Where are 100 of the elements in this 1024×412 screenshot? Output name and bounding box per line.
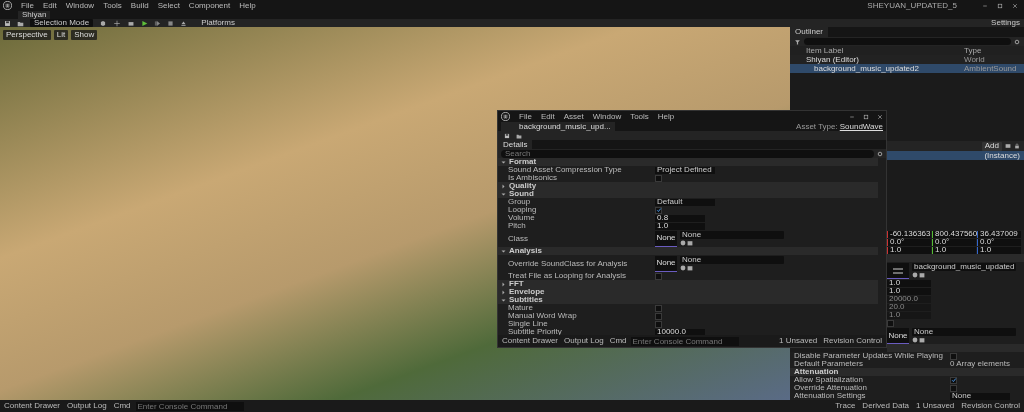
outliner-label: background_music_updated2 [814, 64, 920, 73]
settings-icon[interactable] [877, 150, 883, 157]
menu-item[interactable]: File [21, 1, 34, 10]
platforms-menu[interactable]: Platforms [201, 19, 235, 27]
number-field[interactable]: 0.0° [887, 238, 931, 246]
section-header[interactable]: Format [498, 158, 878, 166]
settings-menu[interactable]: Settings [991, 19, 1020, 27]
unsaved-indicator[interactable]: 1 Unsaved [914, 402, 957, 410]
content-drawer-button[interactable]: Content Drawer [2, 402, 63, 410]
checkbox[interactable] [655, 272, 662, 280]
column-header[interactable]: Type [964, 46, 982, 55]
checkbox[interactable] [950, 384, 957, 392]
section-header[interactable]: Analysis [498, 247, 878, 255]
checkbox[interactable] [655, 206, 662, 214]
number-field[interactable]: -60.136363 [887, 230, 931, 238]
unsaved-indicator[interactable]: 1 Unsaved [777, 337, 820, 345]
eject-icon[interactable] [180, 19, 188, 27]
output-log-button[interactable]: Output Log [65, 402, 109, 410]
maximize-icon[interactable] [863, 113, 869, 120]
number-field[interactable]: 1.0 [932, 246, 976, 254]
section-header[interactable]: FFT [498, 280, 878, 288]
menu-item[interactable]: Select [157, 1, 180, 10]
cmd-dropdown[interactable]: Cmd [111, 402, 133, 410]
number-field[interactable]: 1.0 [887, 279, 931, 287]
asset-dropdown[interactable]: None [912, 328, 1016, 336]
checkbox[interactable] [950, 352, 957, 360]
outliner-tab[interactable]: Outliner [790, 27, 828, 37]
viewport-menu[interactable]: Lit [53, 30, 69, 40]
number-field[interactable]: 1.0 [887, 287, 931, 295]
dropdown[interactable]: Project Defined [655, 166, 715, 174]
menu-item[interactable]: File [519, 112, 532, 121]
outliner-row[interactable]: background_music_updated2 AmbientSound [790, 64, 1024, 73]
checkbox[interactable] [887, 319, 894, 327]
menu-item[interactable]: Help [657, 112, 675, 121]
content-drawer-button[interactable]: Content Drawer [500, 337, 561, 345]
number-field[interactable]: 0.0° [932, 238, 976, 246]
asset-dropdown[interactable]: None [680, 255, 784, 264]
save-icon[interactable] [4, 19, 11, 27]
trace-menu[interactable]: Trace [833, 402, 858, 410]
chevron-right-icon [501, 183, 506, 189]
dropdown[interactable]: Default [655, 198, 715, 206]
output-log-button[interactable]: Output Log [562, 337, 606, 345]
cmd-dropdown[interactable]: Cmd [607, 337, 629, 345]
checkbox[interactable] [655, 304, 662, 312]
level-tab[interactable]: Shiyan [18, 11, 51, 19]
menu-item[interactable]: Component [188, 1, 231, 10]
close-icon[interactable] [1012, 2, 1018, 9]
search-field[interactable]: Search [501, 149, 874, 158]
checkbox[interactable] [655, 312, 662, 320]
number-field[interactable]: 1.0 [887, 246, 931, 254]
maximize-icon[interactable] [997, 2, 1003, 9]
number-field[interactable]: 0.0° [977, 238, 1021, 246]
menu-item[interactable]: Edit [540, 112, 555, 121]
dropdown[interactable]: None [950, 392, 1010, 400]
menu-item[interactable]: Tools [630, 112, 649, 121]
derived-data-menu[interactable]: Derived Data [860, 402, 912, 410]
menu-item[interactable]: Asset [563, 112, 584, 121]
outliner-row[interactable]: Shiyan (Editor) World [790, 55, 1024, 64]
section-header[interactable]: Subtitles [498, 296, 878, 304]
number-field[interactable]: 1.0 [977, 246, 1021, 254]
viewport-menu[interactable]: Perspective [3, 30, 51, 40]
property-label: Override SoundClass for Analysis [507, 259, 629, 268]
number-field[interactable]: 36.437009 [977, 230, 1021, 238]
mode-dropdown[interactable]: Selection Mode [30, 19, 94, 27]
close-icon[interactable] [877, 113, 883, 120]
save-icon[interactable] [504, 132, 510, 139]
property-label: Disable Parameter Updates While Playing [794, 352, 943, 360]
menu-item[interactable]: Build [130, 1, 149, 10]
section-header[interactable]: Sound [498, 190, 878, 198]
asset-tab[interactable]: background_music_upd... [501, 122, 615, 131]
viewport-menu[interactable]: Show [71, 30, 98, 40]
number-field[interactable]: 0.8 [655, 214, 705, 222]
revision-control-menu[interactable]: Revision Control [821, 337, 884, 345]
menu-item[interactable]: Help [239, 1, 256, 10]
checkbox[interactable] [655, 174, 662, 182]
column-header[interactable]: Item Label [806, 46, 964, 55]
menu-item[interactable]: Tools [103, 1, 122, 10]
number-field[interactable]: 800.437560 [932, 230, 976, 238]
number-field[interactable]: 10000.0 [655, 328, 705, 335]
details-tab[interactable]: Details [498, 140, 533, 149]
step-icon[interactable] [154, 19, 162, 27]
section-header[interactable]: Quality [498, 182, 878, 190]
asset-type-link[interactable]: SoundWave [839, 122, 883, 131]
component-row[interactable]: (Instance) [984, 151, 1020, 160]
section-header[interactable]: Envelope [498, 288, 878, 296]
console-input[interactable]: Enter Console Command [630, 336, 739, 346]
checkbox[interactable] [950, 376, 957, 384]
number-field[interactable]: 1.0 [655, 222, 705, 230]
checkbox[interactable] [655, 320, 662, 328]
add-button[interactable]: Add [981, 141, 1002, 151]
menu-item[interactable]: Window [65, 1, 95, 10]
revision-control-menu[interactable]: Revision Control [959, 402, 1022, 410]
console-input[interactable]: Enter Console Command [135, 401, 244, 411]
menu-item[interactable]: Window [592, 112, 622, 121]
section-header[interactable]: Attenuation [790, 368, 1024, 376]
settings-icon[interactable] [1014, 38, 1020, 45]
asset-dropdown[interactable]: background_music_updated [912, 263, 1016, 271]
lock-icon[interactable] [1014, 143, 1020, 149]
menu-item[interactable]: Edit [42, 1, 57, 10]
asset-dropdown[interactable]: None [680, 230, 784, 239]
